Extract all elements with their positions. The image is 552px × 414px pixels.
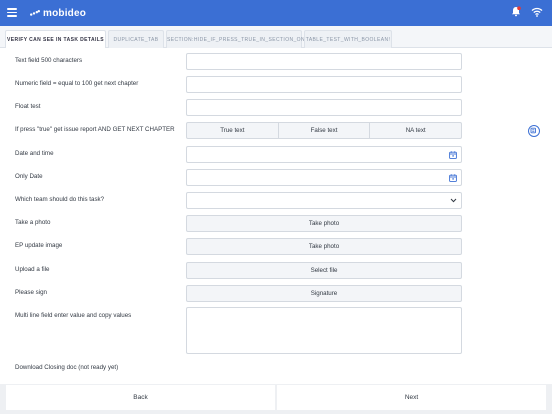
- chevron-down-icon: [450, 198, 457, 203]
- datetime-input[interactable]: [186, 146, 462, 163]
- form-content: Text field 500 characters Numeric field …: [0, 48, 552, 384]
- brand-logo: mobideo: [30, 6, 86, 20]
- tab-bar: VERIFY CAN SEE IN TASK DETAILS DUPLICATE…: [0, 26, 552, 48]
- onlydate-label: Only Date: [15, 173, 43, 180]
- menu-icon[interactable]: [7, 8, 17, 17]
- multiline-textarea[interactable]: [186, 307, 462, 354]
- next-button[interactable]: Next: [277, 385, 546, 410]
- tab-table-test[interactable]: TABLE_TEST_WITH_BOOLEAN!: [304, 30, 392, 48]
- datetime-label: Date and time: [15, 150, 54, 157]
- calendar-icon[interactable]: [449, 174, 457, 182]
- float-input[interactable]: [186, 99, 462, 116]
- wifi-icon[interactable]: [531, 7, 543, 17]
- option-na[interactable]: NA text: [370, 123, 461, 138]
- logo-icon: [30, 10, 40, 16]
- issue-report-icon[interactable]: [528, 125, 540, 137]
- team-select[interactable]: [186, 192, 462, 209]
- calendar-icon[interactable]: [449, 151, 457, 159]
- numeric-input[interactable]: [186, 76, 462, 93]
- ep-take-photo-button[interactable]: Take photo: [186, 238, 462, 255]
- text500-label: Text field 500 characters: [15, 57, 83, 64]
- truefalse-segmented: True text False text NA text: [186, 122, 462, 139]
- take-photo-button[interactable]: Take photo: [186, 215, 462, 232]
- float-label: Float test: [15, 103, 41, 110]
- photo-label: Take a photo: [15, 219, 51, 226]
- numeric-label: Numeric field = equal to 100 get next ch…: [15, 80, 139, 87]
- multiline-label: Multi line field enter value and copy va…: [15, 312, 132, 319]
- footer-nav: Back Next: [0, 384, 552, 414]
- onlydate-input[interactable]: [186, 169, 462, 186]
- text500-input[interactable]: [186, 53, 462, 70]
- tab-section-hide[interactable]: SECTION:HIDE_IF_PRESS_TRUE_IN_SECTION_ON…: [166, 30, 308, 48]
- ep-image-label: EP update image: [15, 242, 63, 249]
- tab-verify-can-see[interactable]: VERIFY CAN SEE IN TASK DETAILS: [5, 30, 106, 48]
- signature-button[interactable]: Signature: [186, 285, 462, 302]
- tab-duplicate[interactable]: DUPLICATE_TAB: [108, 30, 164, 48]
- team-label: Which team should do this task?: [15, 196, 105, 203]
- bell-icon[interactable]: [511, 6, 521, 17]
- upload-label: Upload a file: [15, 266, 50, 273]
- select-file-button[interactable]: Select file: [186, 262, 462, 279]
- brand-name: mobideo: [43, 7, 87, 19]
- back-button[interactable]: Back: [6, 385, 275, 410]
- download-label: Download Closing doc (not ready yet): [15, 364, 119, 371]
- sign-label: Please sign: [15, 289, 47, 296]
- top-bar: mobideo: [0, 0, 552, 26]
- option-false[interactable]: False text: [279, 123, 371, 138]
- truefalse-label: If press "true" get issue report AND GET…: [15, 126, 175, 133]
- option-true[interactable]: True text: [187, 123, 279, 138]
